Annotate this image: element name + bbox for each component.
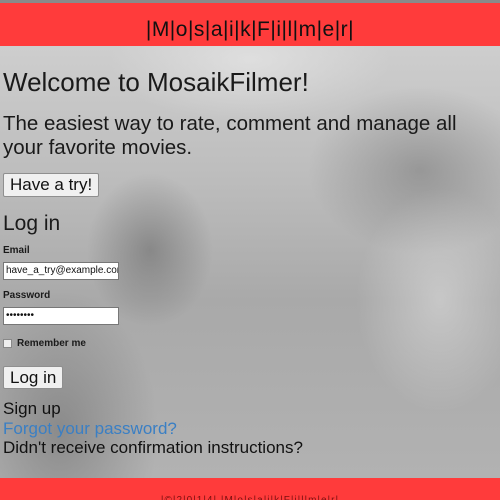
login-title: Log in xyxy=(3,212,61,235)
remember-me-label: Remember me xyxy=(17,337,86,349)
tagline-line-2: your favorite movies. xyxy=(3,136,193,159)
main-content: Welcome to MosaikFilmer! The easiest way… xyxy=(3,66,500,458)
tagline-line-1: The easiest way to rate, comment and man… xyxy=(3,112,457,135)
remember-me-row: Remember me xyxy=(3,337,500,349)
welcome-title: Welcome to MosaikFilmer! xyxy=(3,67,309,97)
remember-me-checkbox[interactable] xyxy=(3,338,12,348)
forgot-password-link[interactable]: Forgot your password? xyxy=(3,419,500,439)
auth-links: Sign up Forgot your password? Didn't rec… xyxy=(3,399,500,458)
top-bar: |M|o|s|a|i|k|F|i|l|m|e|r| xyxy=(0,0,500,46)
footer-text: |©|2|0|1|4| |M|o|s|a|i|k|F|i|l|m|e|r| xyxy=(161,495,339,500)
footer-bar: |©|2|0|1|4| |M|o|s|a|i|k|F|i|l|m|e|r| xyxy=(0,478,500,500)
password-field[interactable]: •••••••• xyxy=(3,307,119,325)
email-label: Email xyxy=(3,245,30,256)
confirmation-instructions-link[interactable]: Didn't receive confirmation instructions… xyxy=(3,438,500,458)
brand-logo[interactable]: |M|o|s|a|i|k|F|i|l|m|e|r| xyxy=(146,18,354,42)
email-field[interactable]: have_a_try@example.com xyxy=(3,262,119,280)
sign-up-link[interactable]: Sign up xyxy=(3,399,500,419)
password-label: Password xyxy=(3,290,51,301)
login-button[interactable]: Log in xyxy=(3,366,64,389)
tagline: The easiest way to rate, comment and man… xyxy=(3,112,500,160)
have-a-try-button[interactable]: Have a try! xyxy=(3,173,100,197)
